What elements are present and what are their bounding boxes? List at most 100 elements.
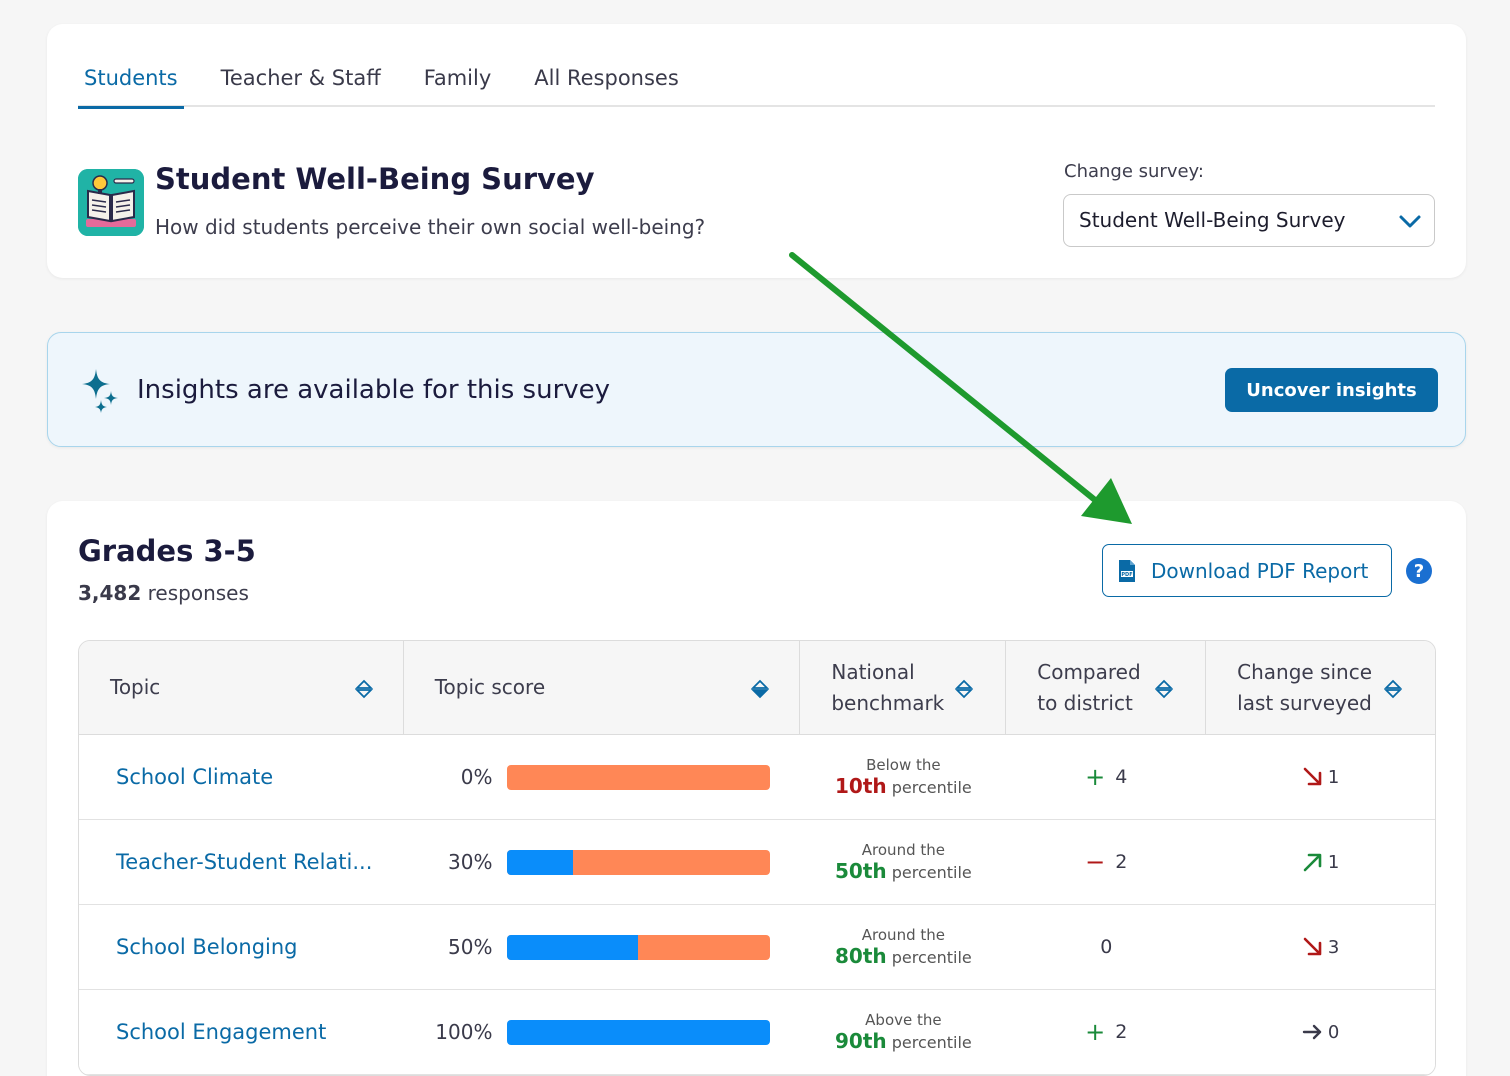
table-body: School Climate 0% Below the 10th percentile…: [79, 735, 1435, 1075]
benchmark-cell: Below the 10th percentile: [800, 735, 1006, 819]
audience-tabs: Students Teacher & Staff Family All Resp…: [78, 64, 1435, 109]
benchmark-percentile: 50th: [835, 859, 887, 883]
pdf-file-icon: PDF: [1119, 559, 1135, 582]
score-percent: 50%: [448, 935, 493, 959]
change-value: 3: [1327, 936, 1340, 958]
change-cell: 1: [1206, 820, 1435, 904]
benchmark-percentile: 90th: [835, 1029, 887, 1053]
score-cell: 50%: [404, 905, 801, 989]
grade-title: Grades 3-5: [78, 534, 256, 568]
benchmark-cell: Around the 50th percentile: [800, 820, 1006, 904]
header-change-label: Change since last surveyed: [1237, 659, 1373, 715]
change-value: 1: [1327, 851, 1340, 873]
benchmark-prefix: Around the: [861, 841, 945, 859]
topics-table: Topic Topic score National benchmark Com…: [78, 640, 1436, 1076]
topic-link[interactable]: School Climate: [79, 765, 273, 789]
header-benchmark-label: National benchmark: [831, 659, 945, 715]
survey-title: Student Well-Being Survey: [155, 162, 595, 196]
responses-label: responses: [147, 581, 249, 605]
download-pdf-label: Download PDF Report: [1151, 558, 1369, 583]
district-value: 2: [1115, 1021, 1128, 1043]
sort-icon[interactable]: [1155, 679, 1174, 699]
trend-down-icon: [1303, 767, 1322, 786]
topic-link[interactable]: Teacher-Student Relati...: [79, 850, 372, 874]
district-sign: +: [1085, 763, 1106, 791]
table-row: School Belonging 50% Around the 80th percen…: [79, 905, 1435, 990]
chevron-down-icon: [1399, 215, 1421, 228]
header-score-label: Topic score: [434, 675, 546, 699]
score-bar-fill: [506, 1019, 770, 1045]
district-cell: +2: [1006, 990, 1206, 1074]
header-district[interactable]: Compared to district: [1006, 641, 1207, 734]
benchmark-prefix: Around the: [861, 926, 945, 944]
topic-cell: School Engagement: [79, 990, 404, 1074]
district-cell: +4: [1006, 735, 1206, 819]
score-bar: [506, 1019, 770, 1045]
change-cell: 1: [1206, 735, 1435, 819]
survey-book-icon: [78, 169, 144, 236]
survey-subtitle: How did students perceive their own soci…: [155, 215, 706, 239]
score-cell: 30%: [404, 820, 801, 904]
benchmark-prefix: Above the: [865, 1011, 942, 1029]
table-row: Teacher-Student Relati... 30% Around the 50…: [79, 820, 1435, 905]
help-icon[interactable]: ?: [1406, 558, 1432, 584]
score-bar: [506, 849, 770, 875]
change-value: 0: [1327, 1021, 1340, 1043]
header-change[interactable]: Change since last surveyed: [1206, 641, 1435, 734]
sort-active-icon[interactable]: [751, 679, 770, 699]
benchmark-percentile: 10th: [835, 774, 887, 798]
topic-link[interactable]: School Engagement: [79, 1020, 326, 1044]
district-sign: +: [1085, 1018, 1106, 1046]
trend-down-icon: [1303, 937, 1322, 956]
topic-cell: Teacher-Student Relati...: [79, 820, 404, 904]
sort-icon[interactable]: [955, 679, 974, 699]
topic-cell: School Belonging: [79, 905, 404, 989]
benchmark-cell: Around the 80th percentile: [800, 905, 1006, 989]
change-survey-label: Change survey:: [1064, 161, 1204, 182]
download-pdf-button[interactable]: PDF Download PDF Report: [1102, 544, 1392, 597]
table-row: School Climate 0% Below the 10th percentile…: [79, 735, 1435, 820]
change-value: 1: [1327, 766, 1340, 788]
tab-teacher-staff[interactable]: Teacher & Staff: [215, 64, 387, 107]
topic-link[interactable]: School Belonging: [79, 935, 298, 959]
benchmark-percentile: 80th: [835, 944, 887, 968]
responses-number: 3,482: [78, 581, 142, 605]
change-cell: 3: [1206, 905, 1435, 989]
survey-select[interactable]: Student Well-Being Survey: [1063, 194, 1435, 247]
uncover-insights-button[interactable]: Uncover insights: [1225, 368, 1438, 412]
change-cell: 0: [1206, 990, 1435, 1074]
header-topic[interactable]: Topic: [79, 641, 404, 734]
tab-all-responses[interactable]: All Responses: [528, 64, 685, 107]
sort-icon[interactable]: [354, 679, 373, 699]
score-percent: 100%: [435, 1020, 493, 1044]
table-row: School Engagement 100% Above the 90th perce…: [79, 990, 1435, 1075]
sparkle-icon: [82, 369, 118, 413]
survey-select-value: Student Well-Being Survey: [1079, 208, 1346, 232]
score-percent: 30%: [448, 850, 493, 874]
sort-icon[interactable]: [1384, 679, 1402, 699]
score-bar: [506, 934, 770, 960]
benchmark-suffix: percentile: [891, 863, 972, 882]
benchmark-suffix: percentile: [891, 948, 972, 967]
score-cell: 100%: [404, 990, 801, 1074]
score-bar-fill: [506, 849, 573, 875]
svg-text:PDF: PDF: [1121, 572, 1132, 578]
district-cell: 0: [1006, 905, 1206, 989]
district-value: 0: [1100, 936, 1113, 958]
header-score[interactable]: Topic score: [404, 641, 801, 734]
topic-cell: School Climate: [79, 735, 404, 819]
score-bar-fill: [506, 934, 639, 960]
header-district-label: Compared to district: [1037, 659, 1141, 715]
table-header: Topic Topic score National benchmark Com…: [79, 641, 1435, 735]
insights-message: Insights are available for this survey: [137, 375, 611, 405]
district-value: 2: [1115, 851, 1128, 873]
benchmark-cell: Above the 90th percentile: [800, 990, 1006, 1074]
responses-count: 3,482 responses: [78, 581, 249, 605]
insights-banner: Insights are available for this survey U…: [47, 332, 1466, 447]
score-bar: [506, 764, 770, 790]
trend-flat-icon: [1302, 1024, 1322, 1040]
tab-family[interactable]: Family: [418, 64, 498, 107]
tab-students[interactable]: Students: [78, 64, 184, 109]
header-benchmark[interactable]: National benchmark: [800, 641, 1007, 734]
trend-up-icon: [1303, 853, 1322, 872]
